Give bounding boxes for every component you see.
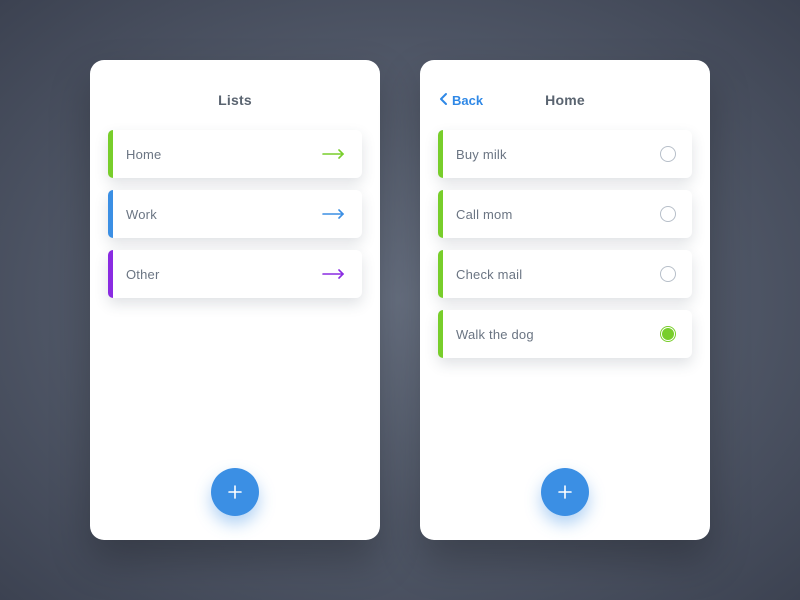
accent-bar	[438, 130, 443, 178]
chevron-left-icon	[438, 92, 450, 109]
task-item[interactable]: Call mom	[438, 190, 692, 238]
task-item[interactable]: Buy milk	[438, 130, 692, 178]
task-label: Buy milk	[456, 147, 660, 162]
accent-bar	[108, 130, 113, 178]
lists-title: Lists	[218, 92, 252, 108]
back-label: Back	[452, 93, 483, 108]
list-item-label: Other	[126, 267, 322, 282]
add-list-button[interactable]	[211, 468, 259, 516]
task-checkbox[interactable]	[660, 326, 676, 342]
task-item[interactable]: Check mail	[438, 250, 692, 298]
tasks-panel: Back Home Buy milk Call mom Check mail W…	[420, 60, 710, 540]
list-item-home[interactable]: Home	[108, 130, 362, 178]
accent-bar	[438, 190, 443, 238]
list-item-label: Home	[126, 147, 322, 162]
task-label: Walk the dog	[456, 327, 660, 342]
lists-header: Lists	[108, 82, 362, 118]
arrow-right-icon	[322, 269, 346, 279]
list-item-other[interactable]: Other	[108, 250, 362, 298]
list-item-work[interactable]: Work	[108, 190, 362, 238]
arrow-right-icon	[322, 209, 346, 219]
task-checkbox[interactable]	[660, 146, 676, 162]
task-checkbox[interactable]	[660, 206, 676, 222]
lists-panel: Lists Home Work Other	[90, 60, 380, 540]
tasks-header: Back Home	[438, 82, 692, 118]
accent-bar	[438, 250, 443, 298]
plus-icon	[225, 482, 245, 502]
accent-bar	[108, 190, 113, 238]
list-item-label: Work	[126, 207, 322, 222]
task-item[interactable]: Walk the dog	[438, 310, 692, 358]
lists-container: Home Work Other	[108, 130, 362, 298]
add-task-button[interactable]	[541, 468, 589, 516]
accent-bar	[108, 250, 113, 298]
back-button[interactable]: Back	[438, 92, 483, 109]
task-checkbox[interactable]	[660, 266, 676, 282]
accent-bar	[438, 310, 443, 358]
tasks-container: Buy milk Call mom Check mail Walk the do…	[438, 130, 692, 358]
plus-icon	[555, 482, 575, 502]
task-label: Check mail	[456, 267, 660, 282]
arrow-right-icon	[322, 149, 346, 159]
tasks-title: Home	[545, 92, 585, 108]
task-label: Call mom	[456, 207, 660, 222]
